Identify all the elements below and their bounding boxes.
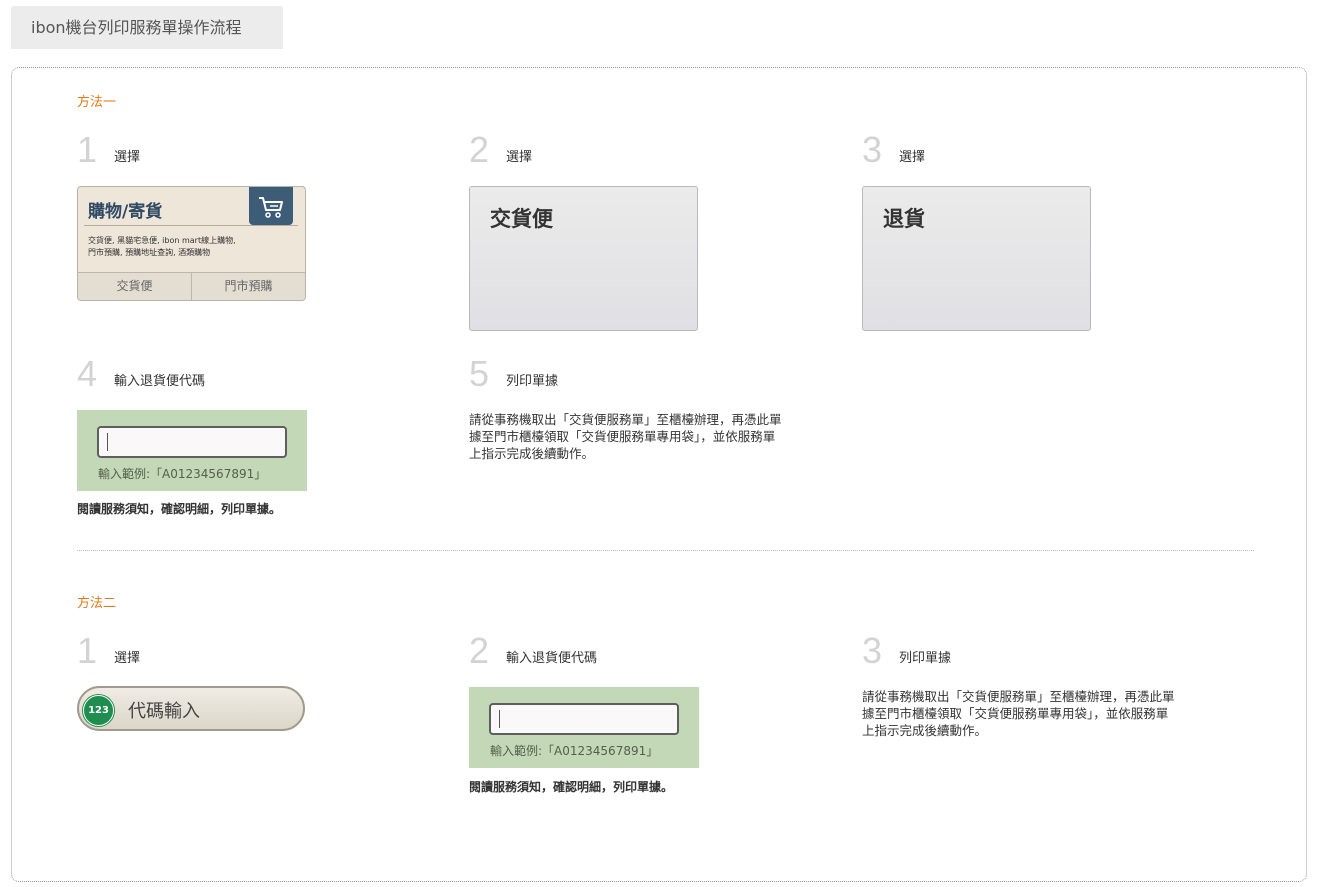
instruction-note: 閱讀服務須知，確認明細，列印單據。 <box>77 502 282 516</box>
step-label: 輸入退貨便代碼 <box>114 374 206 389</box>
m1-step4: 4 輸入退貨便代碼 <box>77 353 206 394</box>
step-label: 選擇 <box>114 651 141 666</box>
shopping-card-buttons: 交貨便 門市預購 <box>78 272 305 300</box>
code-input[interactable] <box>489 703 679 735</box>
m1-step1: 1 選擇 <box>77 129 141 170</box>
step-label: 輸入退貨便代碼 <box>506 651 598 666</box>
step-label: 選擇 <box>506 150 533 165</box>
step-number: 3 <box>862 630 883 671</box>
step-number: 3 <box>862 129 883 170</box>
desc-line: 交貨便, 黑貓宅急便, ibon mart線上購物, <box>88 236 236 245</box>
method2-label: 方法二 <box>77 596 117 611</box>
para-line: 據至門市櫃檯領取「交貨便服務單專用袋」，並依服務單 <box>469 429 776 444</box>
step-label: 列印單據 <box>899 651 952 666</box>
para-line: 上指示完成後續動作。 <box>862 723 988 738</box>
print-instructions: 請從事務機取出「交貨便服務單」至櫃檯辦理，再憑此單 據至門市櫃檯領取「交貨便服務… <box>469 411 864 462</box>
para-line: 據至門市櫃檯領取「交貨便服務單專用袋」，並依服務單 <box>862 706 1169 721</box>
delivery-card[interactable]: 交貨便 <box>469 186 698 331</box>
method1-label: 方法一 <box>77 95 117 110</box>
code-input-button[interactable]: 123 代碼輸入 <box>77 686 305 731</box>
m1-step3: 3 選擇 <box>862 129 926 170</box>
m2-step3: 3 列印單據 <box>862 630 952 671</box>
m1-step5: 5 列印單據 <box>469 353 559 394</box>
code-input[interactable] <box>97 426 287 458</box>
divider <box>84 225 298 226</box>
step-label: 選擇 <box>899 150 926 165</box>
code-input-button-label: 代碼輸入 <box>128 701 200 722</box>
text-cursor <box>499 710 500 728</box>
cart-icon <box>249 187 293 225</box>
step-label: 列印單據 <box>506 374 559 389</box>
print-instructions: 請從事務機取出「交貨便服務單」至櫃檯辦理，再憑此單 據至門市櫃檯領取「交貨便服務… <box>862 688 1257 739</box>
shopping-card-description: 交貨便, 黑貓宅急便, ibon mart線上購物, 門市預購, 預購地址查詢,… <box>88 235 236 259</box>
delivery-button[interactable]: 交貨便 <box>78 273 192 300</box>
section-divider <box>77 550 1254 551</box>
para-line: 請從事務機取出「交貨便服務單」至櫃檯辦理，再憑此單 <box>862 689 1175 704</box>
step-number: 4 <box>77 353 98 394</box>
step-number: 2 <box>469 630 490 671</box>
instruction-note: 閱讀服務須知，確認明細，列印單據。 <box>469 780 674 794</box>
m2-step2: 2 輸入退貨便代碼 <box>469 630 598 671</box>
shopping-card-title: 購物/寄貨 <box>88 202 163 222</box>
step-number: 2 <box>469 129 490 170</box>
step-number: 1 <box>77 630 98 671</box>
shopping-card: 購物/寄貨 交貨便, 黑貓宅急便, ibon mart線上購物, 門市預購, 預… <box>77 186 306 301</box>
code-badge-icon: 123 <box>83 695 114 726</box>
code-hint: 輸入範例:「A01234567891」 <box>490 744 659 758</box>
para-line: 上指示完成後續動作。 <box>469 446 595 461</box>
text-cursor <box>107 433 108 451</box>
return-card[interactable]: 退貨 <box>862 186 1091 331</box>
delivery-card-label: 交貨便 <box>490 207 553 231</box>
return-card-label: 退貨 <box>883 207 925 231</box>
page-tab[interactable]: ibon機台列印服務單操作流程 <box>11 6 283 49</box>
tab-title: ibon機台列印服務單操作流程 <box>31 18 242 37</box>
para-line: 請從事務機取出「交貨便服務單」至櫃檯辦理，再憑此單 <box>469 412 782 427</box>
code-entry-box: 輸入範例:「A01234567891」 <box>469 687 699 768</box>
store-preorder-button[interactable]: 門市預購 <box>192 273 305 300</box>
code-entry-box: 輸入範例:「A01234567891」 <box>77 410 307 491</box>
desc-line: 門市預購, 預購地址查詢, 酒類購物 <box>88 248 211 257</box>
step-number: 1 <box>77 129 98 170</box>
step-number: 5 <box>469 353 490 394</box>
step-label: 選擇 <box>114 150 141 165</box>
m1-step2: 2 選擇 <box>469 129 533 170</box>
m2-step1: 1 選擇 <box>77 630 141 671</box>
code-hint: 輸入範例:「A01234567891」 <box>98 467 267 481</box>
